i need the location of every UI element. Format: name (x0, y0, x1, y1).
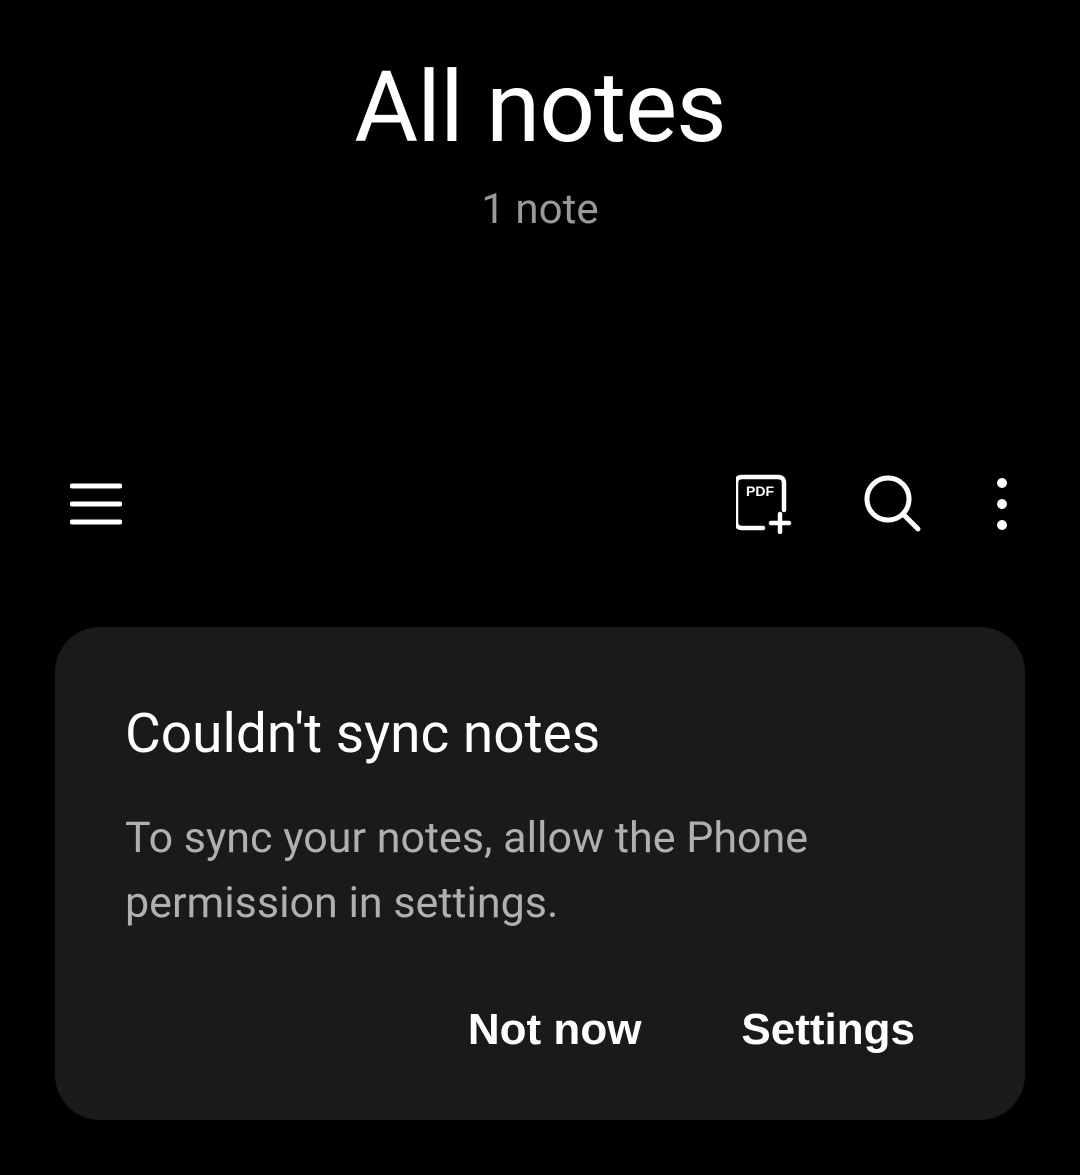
hamburger-icon (70, 482, 122, 529)
more-options-button[interactable] (984, 467, 1020, 544)
menu-button[interactable] (60, 472, 132, 539)
toolbar: PDF (0, 464, 1080, 547)
note-count-label: 1 note (0, 185, 1080, 234)
sync-error-card: Couldn't sync notes To sync your notes, … (55, 627, 1025, 1120)
pdf-import-button[interactable]: PDF (726, 464, 802, 547)
search-button[interactable] (854, 465, 932, 546)
sync-card-message: To sync your notes, allow the Phone perm… (125, 806, 955, 935)
page-title: All notes (0, 50, 1080, 165)
not-now-button[interactable]: Not now (468, 995, 642, 1065)
svg-text:PDF: PDF (746, 483, 774, 499)
search-icon (864, 475, 922, 536)
sync-card-actions: Not now Settings (125, 995, 955, 1065)
pdf-import-icon: PDF (736, 474, 792, 537)
more-vertical-icon (994, 477, 1010, 534)
sync-card-title: Couldn't sync notes (125, 702, 955, 766)
settings-button[interactable]: Settings (741, 995, 915, 1065)
